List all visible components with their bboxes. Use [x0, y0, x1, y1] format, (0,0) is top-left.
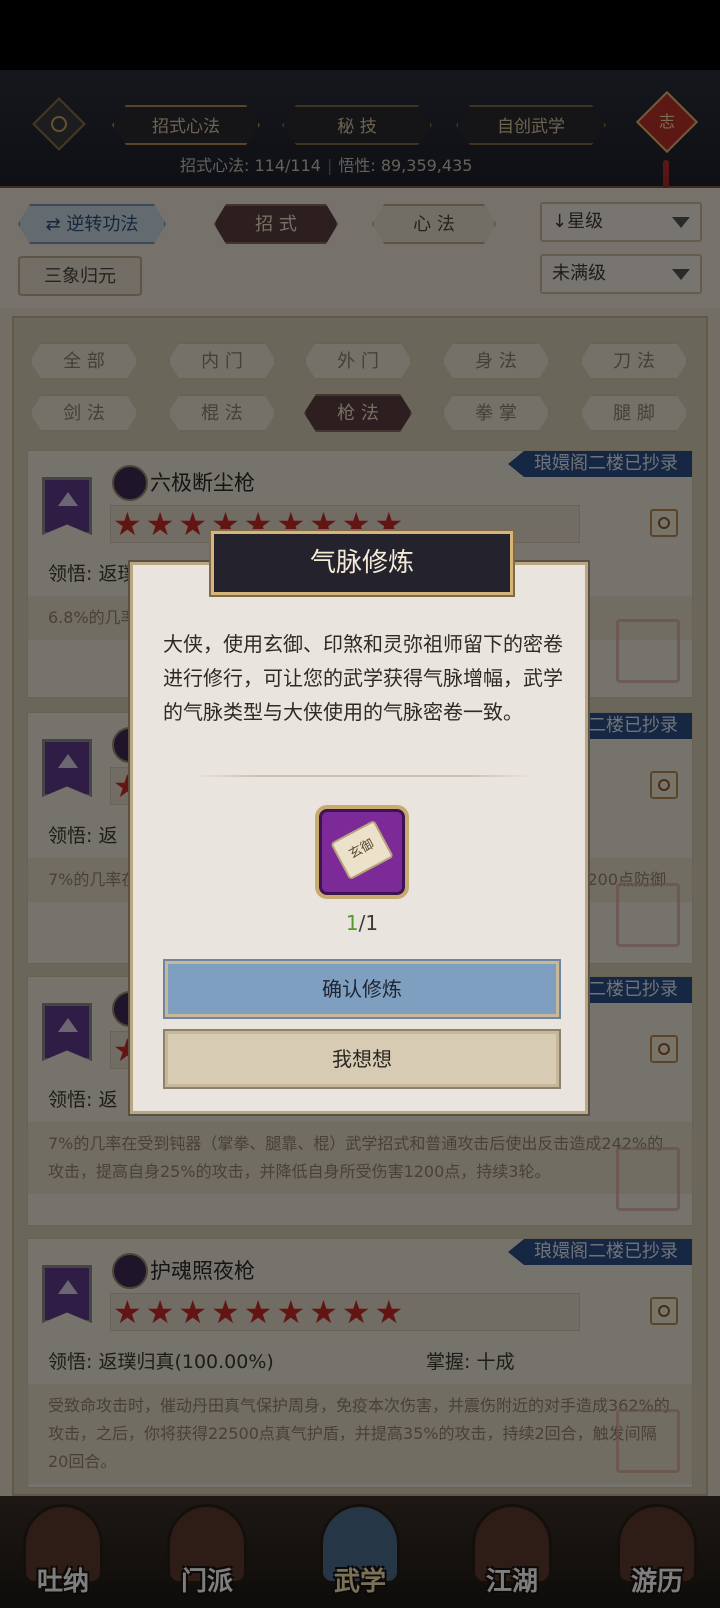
scroll-icon: 玄御: [330, 819, 394, 881]
secret-scroll-item[interactable]: 玄御: [315, 805, 409, 899]
dialog-title: 气脉修炼: [209, 529, 515, 597]
item-count: 1/1: [345, 911, 379, 935]
dialog-message: 大侠，使用玄御、印煞和灵弥祖师留下的密卷进行修行，可让您的武学获得气脉增幅，武学…: [163, 632, 563, 724]
divider: [193, 775, 533, 777]
cancel-button[interactable]: 我想想: [163, 1029, 561, 1089]
confirm-cultivate-button[interactable]: 确认修炼: [163, 959, 561, 1019]
screen: 招式心法 秘 技 自创武学 招式心法: 114/114|悟性: 89,359,4…: [0, 0, 720, 1608]
qimai-cultivation-dialog: 气脉修炼 大侠，使用玄御、印煞和灵弥祖师留下的密卷进行修行，可让您的武学获得气脉…: [130, 529, 588, 1114]
